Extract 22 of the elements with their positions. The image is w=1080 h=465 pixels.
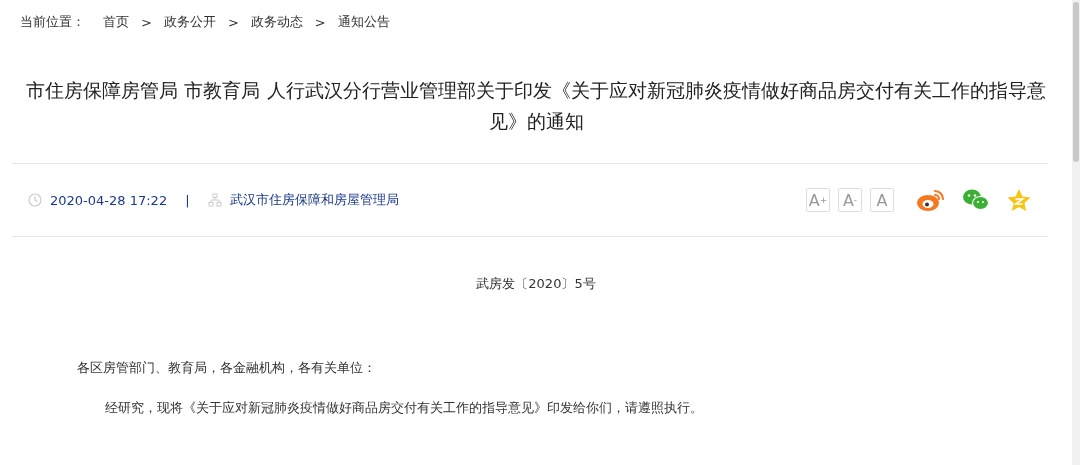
weibo-icon[interactable] <box>916 188 946 212</box>
breadcrumb-link[interactable]: 首页 <box>103 13 129 31</box>
article-title: 市住房保障房管局 市教育局 人行武汉分行营业管理部关于印发《关于应对新冠肺炎疫情做好商品房交付有关工作的指导意见》的通知 <box>25 78 1047 134</box>
scrollbar[interactable] <box>1072 0 1080 465</box>
source-name: 武汉市住房保障和房屋管理局 <box>229 191 399 209</box>
scrollbar-thumb[interactable] <box>1073 2 1079 162</box>
breadcrumb-separator: > <box>141 14 152 30</box>
publish-date: 2020-04-28 17:22 <box>50 192 168 208</box>
breadcrumb-link[interactable]: 通知公告 <box>337 13 390 31</box>
hierarchy-icon <box>207 193 222 207</box>
star-icon[interactable] <box>1006 188 1032 212</box>
meta-divider: | <box>185 192 190 208</box>
breadcrumb-link[interactable]: 政务动态 <box>250 13 303 31</box>
wechat-icon[interactable] <box>962 188 990 212</box>
salutation: 各区房管部门、教育局，各金融机构，各有关单位： <box>77 359 377 377</box>
breadcrumb-separator: > <box>314 14 326 30</box>
breadcrumb-label: 当前位置： <box>20 13 85 31</box>
clock-icon <box>28 193 42 207</box>
body-paragraph: 经研究，现将《关于应对新冠肺炎疫情做好商品房交付有关工作的指导意见》印发给你们，请遵照执行。 <box>105 399 704 417</box>
breadcrumb-separator: > <box>227 14 239 30</box>
breadcrumb-link[interactable]: 政务公开 <box>163 13 216 31</box>
document-number: 武房发〔2020〕5号 <box>475 275 597 293</box>
